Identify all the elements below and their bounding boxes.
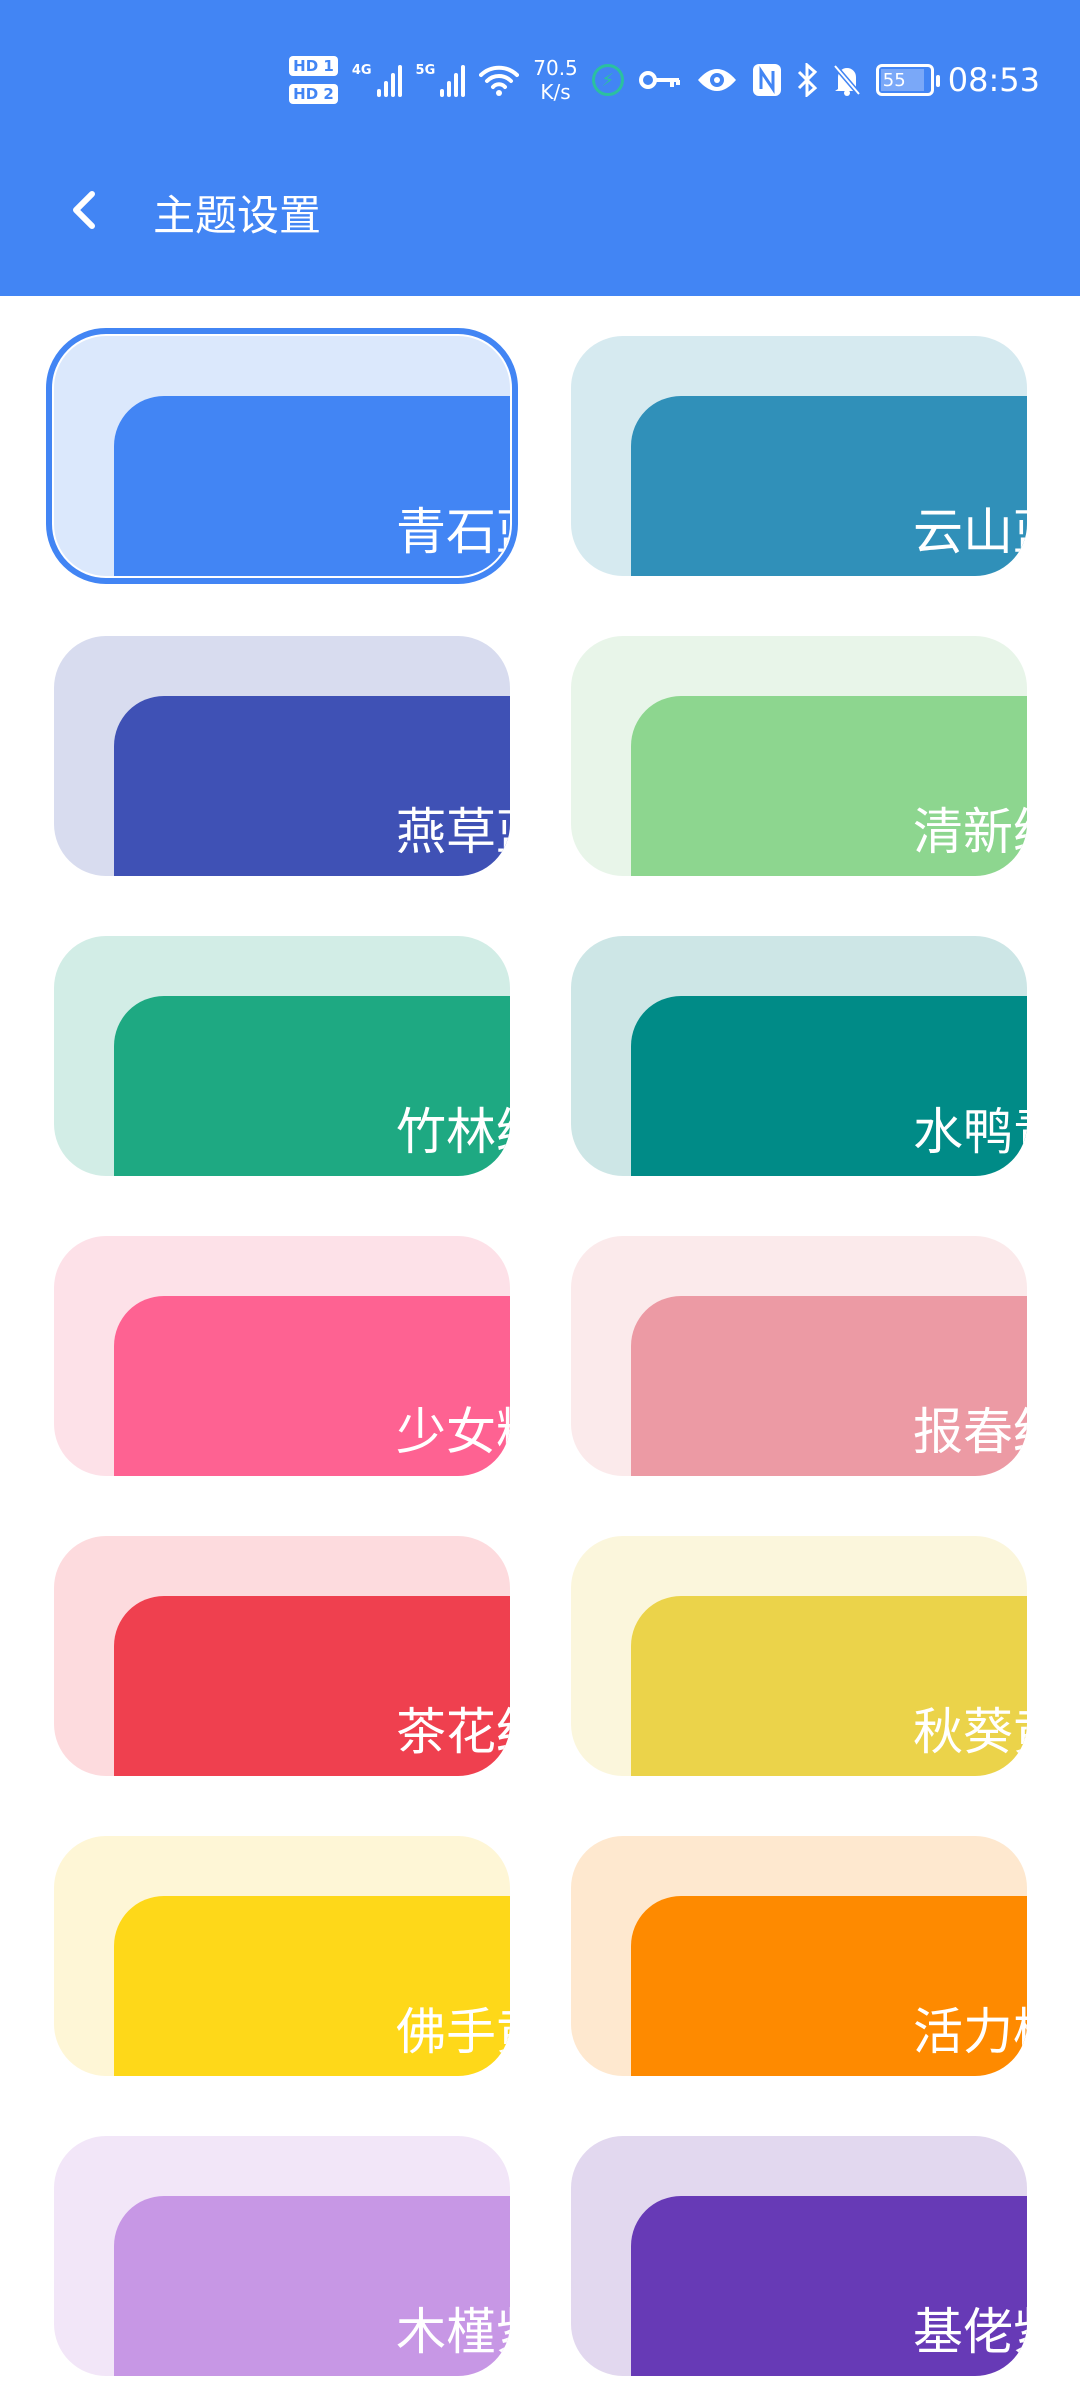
sim2-hd-label: HD 2 — [289, 84, 338, 104]
theme-name: 基佬紫 — [913, 2303, 1027, 2361]
battery-level: 55 — [882, 69, 906, 91]
theme-card[interactable]: 活力橙 — [571, 1836, 1027, 2076]
hd-icon: HD 1 HD 2 — [289, 56, 338, 104]
theme-name: 少女粉 — [396, 1403, 510, 1461]
back-button[interactable] — [64, 184, 104, 236]
net2-label: 5G — [415, 63, 436, 78]
bell-off-icon — [832, 64, 861, 96]
theme-card[interactable]: 清新绿 — [571, 636, 1027, 876]
theme-card[interactable]: 茶花红 — [54, 1536, 510, 1776]
theme-name: 佛手黄 — [396, 2003, 510, 2061]
theme-name: 燕草蓝 — [396, 803, 510, 861]
sim1-hd-label: HD 1 — [289, 56, 338, 76]
speed-value: 70.5 — [533, 56, 578, 80]
key-icon — [638, 71, 680, 89]
theme-name: 秋葵黄 — [913, 1703, 1027, 1761]
theme-card[interactable]: 燕草蓝 — [54, 636, 510, 876]
theme-card[interactable]: 佛手黄 — [54, 1836, 510, 2076]
theme-name: 清新绿 — [913, 803, 1027, 861]
theme-card[interactable]: 青石蓝 — [46, 328, 518, 584]
theme-name: 竹林绿 — [396, 1103, 510, 1161]
speed-unit: K/s — [540, 80, 571, 104]
theme-card[interactable]: 秋葵黄 — [571, 1536, 1027, 1776]
nfc-icon — [752, 64, 781, 96]
theme-name: 木槿紫 — [396, 2303, 510, 2361]
status-bar: HD 1 HD 2 4G 5G 70.5 K/s ⚡ 55 08:53 — [289, 40, 1040, 120]
theme-name: 报春红 — [913, 1403, 1027, 1461]
network-speed: 70.5 K/s — [533, 56, 578, 104]
charging-icon: ⚡ — [591, 64, 624, 96]
theme-name: 云山蓝 — [913, 503, 1027, 561]
theme-name: 水鸭青 — [913, 1103, 1027, 1161]
battery-icon: 55 — [875, 64, 940, 96]
bluetooth-icon — [797, 63, 817, 97]
theme-card[interactable]: 少女粉 — [54, 1236, 510, 1476]
theme-card[interactable]: 基佬紫 — [571, 2136, 1027, 2376]
theme-name: 青石蓝 — [396, 503, 510, 561]
signal-5g-icon: 5G — [416, 63, 466, 97]
theme-name: 茶花红 — [396, 1703, 510, 1761]
wifi-icon — [479, 65, 520, 96]
net1-label: 4G — [351, 63, 372, 78]
signal-4g-icon: 4G — [352, 63, 402, 97]
theme-card[interactable]: 云山蓝 — [571, 336, 1027, 576]
eye-icon — [697, 69, 736, 91]
theme-card[interactable]: 木槿紫 — [54, 2136, 510, 2376]
page-title: 主题设置 — [153, 191, 322, 240]
theme-card[interactable]: 报春红 — [571, 1236, 1027, 1476]
clock: 08:53 — [947, 61, 1040, 99]
chevron-left-icon — [73, 191, 95, 229]
theme-card[interactable]: 竹林绿 — [54, 936, 510, 1176]
app-bar: HD 1 HD 2 4G 5G 70.5 K/s ⚡ 55 08:53 主题设置 — [0, 0, 1080, 296]
theme-name: 活力橙 — [913, 2003, 1027, 2061]
theme-card[interactable]: 水鸭青 — [571, 936, 1027, 1176]
